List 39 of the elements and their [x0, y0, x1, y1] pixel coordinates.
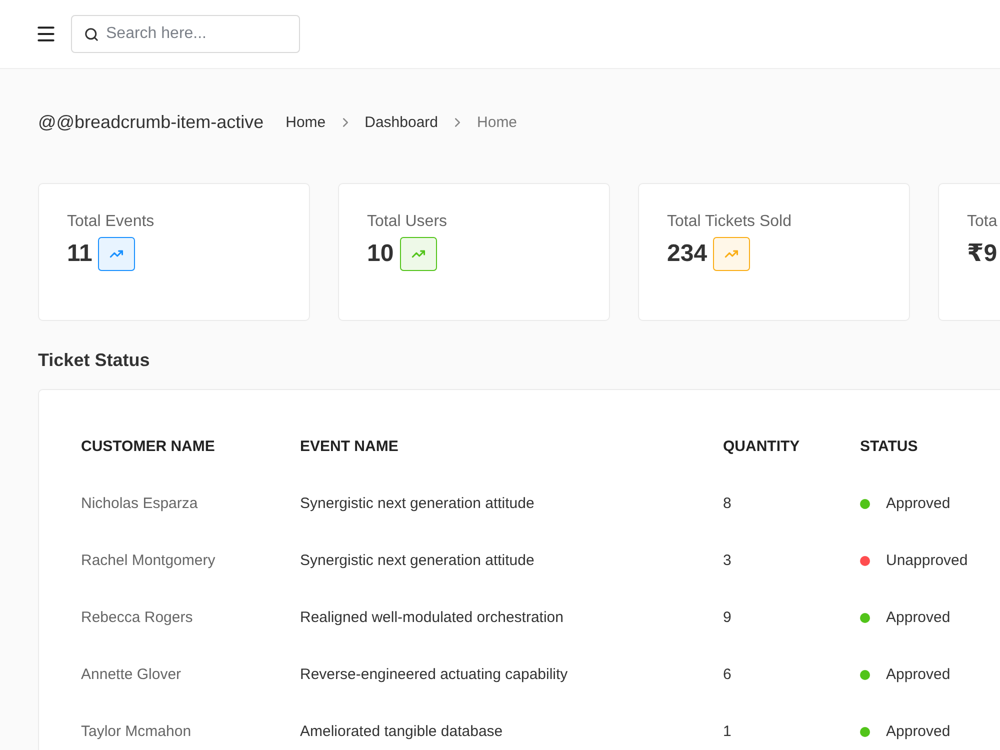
event-name: Synergistic next generation attitude — [300, 552, 534, 569]
stat-label: Total Events — [67, 212, 154, 232]
customer-name: Taylor Mcmahon — [81, 723, 192, 740]
status-text: Unapproved — [886, 552, 968, 569]
page-title: @@breadcrumb-item-active — [38, 112, 264, 132]
breadcrumb-link[interactable]: Dashboard — [364, 114, 438, 130]
search-field[interactable]: Search here... — [71, 15, 300, 53]
quantity-cell: 1 — [723, 723, 732, 740]
quantity-cell: 9 — [723, 609, 732, 626]
quantity-cell: 3 — [723, 552, 732, 569]
column-header: STATUS — [860, 438, 918, 455]
quantity-cell: 6 — [723, 666, 732, 683]
stat-label: Tota — [967, 212, 998, 232]
column-header: CUSTOMER NAME — [81, 438, 215, 455]
stat-label: Total Users — [367, 212, 448, 232]
stat-label: Total Tickets Sold — [667, 212, 792, 232]
section-title: Ticket Status — [38, 349, 150, 372]
stat-value: 11 — [67, 239, 92, 269]
customer-name: Rachel Montgomery — [81, 552, 216, 569]
quantity-cell: 8 — [723, 495, 732, 512]
column-header: QUANTITY — [723, 438, 800, 455]
status-text: Approved — [886, 495, 950, 512]
status-text: Approved — [886, 723, 950, 740]
customer-name: Annette Glover — [81, 666, 182, 683]
search-icon — [84, 27, 99, 42]
event-name: Realigned well-modulated orchestration — [300, 609, 564, 626]
status-text: Approved — [886, 609, 950, 626]
event-name: Reverse-engineered actuating capability — [300, 666, 568, 683]
breadcrumb-current: Home — [477, 114, 518, 130]
event-name: Synergistic next generation attitude — [300, 495, 534, 512]
customer-name: Nicholas Esparza — [81, 495, 198, 512]
stat-value: 234 — [667, 239, 708, 269]
column-header: EVENT NAME — [300, 438, 398, 455]
stat-value: ₹9 — [967, 239, 998, 269]
stat-value: 10 — [367, 239, 394, 269]
customer-name: Rebecca Rogers — [81, 609, 193, 626]
event-name: Ameliorated tangible database — [300, 723, 503, 740]
breadcrumb-link[interactable]: Home — [286, 114, 326, 130]
status-text: Approved — [886, 666, 950, 683]
